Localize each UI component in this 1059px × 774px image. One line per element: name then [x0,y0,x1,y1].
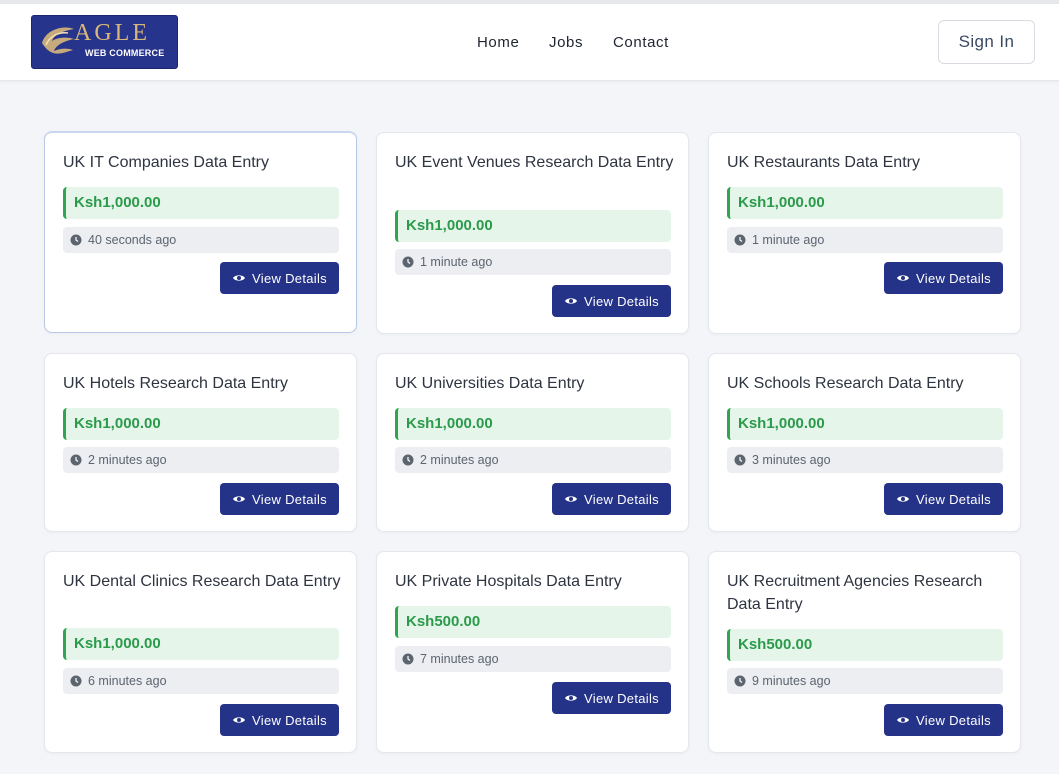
job-time: 1 minute ago [727,227,1003,253]
view-details-button[interactable]: View Details [884,704,1003,736]
job-title: UK Restaurants Data Entry [727,154,920,171]
nav-home-link[interactable]: Home [477,34,519,51]
eagle-icon [42,27,74,54]
logo-subtitle: WEB COMMERCE [85,48,165,58]
view-details-label: View Details [584,491,659,507]
job-time: 3 minutes ago [727,447,1003,473]
job-time: 6 minutes ago [63,668,339,694]
view-details-label: View Details [584,690,659,706]
job-time-text: 6 minutes ago [88,674,167,688]
eye-icon [565,496,578,502]
job-time: 7 minutes ago [395,646,671,672]
view-details-label: View Details [252,712,327,728]
clock-icon [402,256,414,268]
sign-in-button[interactable]: Sign In [938,20,1035,64]
job-price: Ksh500.00 [395,606,671,638]
job-time: 2 minutes ago [395,447,671,473]
job-price: Ksh1,000.00 [727,408,1003,440]
job-time-text: 2 minutes ago [420,453,499,467]
job-title: UK Hotels Research Data Entry [63,375,288,392]
view-details-button[interactable]: View Details [220,262,339,294]
job-title: UK IT Companies Data Entry [63,154,270,171]
clock-icon [734,675,746,687]
job-title: UK Event Venues Research Data Entry [395,154,674,171]
job-title: UK Universities Data Entry [395,375,585,392]
job-price: Ksh1,000.00 [395,408,671,440]
job-time-text: 7 minutes ago [420,652,499,666]
job-time-text: 40 seconds ago [88,233,177,247]
job-price: Ksh1,000.00 [63,628,339,660]
eye-icon [233,496,246,502]
job-time: 40 seconds ago [63,227,339,253]
job-card[interactable]: UK Restaurants Data Entry Ksh1,000.00 1 … [708,132,1021,334]
nav-contact-link[interactable]: Contact [613,34,669,51]
clock-icon [734,234,746,246]
nav-jobs-link[interactable]: Jobs [549,34,583,51]
view-details-label: View Details [584,293,659,309]
view-details-label: View Details [916,270,991,286]
clock-icon [734,454,746,466]
job-card[interactable]: UK Schools Research Data Entry Ksh1,000.… [708,353,1021,532]
view-details-label: View Details [252,270,327,286]
eye-icon [897,275,910,281]
job-price: Ksh1,000.00 [727,187,1003,219]
job-card[interactable]: UK Universities Data Entry Ksh1,000.00 2… [376,353,689,532]
view-details-label: View Details [916,712,991,728]
job-price: Ksh500.00 [727,629,1003,661]
logo[interactable]: AGLE WEB COMMERCE [31,15,178,69]
view-details-button[interactable]: View Details [220,704,339,736]
clock-icon [70,454,82,466]
view-details-button[interactable]: View Details [884,262,1003,294]
job-time-text: 2 minutes ago [88,453,167,467]
job-time-text: 3 minutes ago [752,453,831,467]
view-details-button[interactable]: View Details [884,483,1003,515]
eye-icon [233,275,246,281]
job-card[interactable]: UK Dental Clinics Research Data Entry Ks… [44,551,357,753]
job-time: 9 minutes ago [727,668,1003,694]
eye-icon [897,496,910,502]
eye-icon [565,695,578,701]
job-card[interactable]: UK Event Venues Research Data Entry Ksh1… [376,132,689,334]
view-details-label: View Details [916,491,991,507]
navbar: AGLE WEB COMMERCE Home Jobs Contact Sign… [0,4,1059,81]
job-title: UK Dental Clinics Research Data Entry [63,573,341,590]
view-details-button[interactable]: View Details [552,483,671,515]
job-card[interactable]: UK Private Hospitals Data Entry Ksh500.0… [376,551,689,753]
clock-icon [70,675,82,687]
job-price: Ksh1,000.00 [63,408,339,440]
job-card[interactable]: UK Recruitment Agencies Research Data En… [708,551,1021,753]
eye-icon [233,717,246,723]
eye-icon [565,298,578,304]
job-title: UK Private Hospitals Data Entry [395,573,622,590]
logo-word: AGLE [74,20,150,46]
job-time: 1 minute ago [395,249,671,275]
eye-icon [897,717,910,723]
clock-icon [402,653,414,665]
job-price: Ksh1,000.00 [395,210,671,242]
job-time-text: 1 minute ago [752,233,825,247]
job-price: Ksh1,000.00 [63,187,339,219]
job-time-text: 1 minute ago [420,255,493,269]
job-title: UK Schools Research Data Entry [727,375,964,392]
job-time-text: 9 minutes ago [752,674,831,688]
view-details-button[interactable]: View Details [220,483,339,515]
view-details-button[interactable]: View Details [552,285,671,317]
clock-icon [70,234,82,246]
view-details-button[interactable]: View Details [552,682,671,714]
job-card[interactable]: UK IT Companies Data Entry Ksh1,000.00 4… [44,131,357,333]
clock-icon [402,454,414,466]
job-title: UK Recruitment Agencies Research Data En… [727,573,983,613]
job-card[interactable]: UK Hotels Research Data Entry Ksh1,000.0… [44,353,357,532]
job-time: 2 minutes ago [63,447,339,473]
view-details-label: View Details [252,491,327,507]
